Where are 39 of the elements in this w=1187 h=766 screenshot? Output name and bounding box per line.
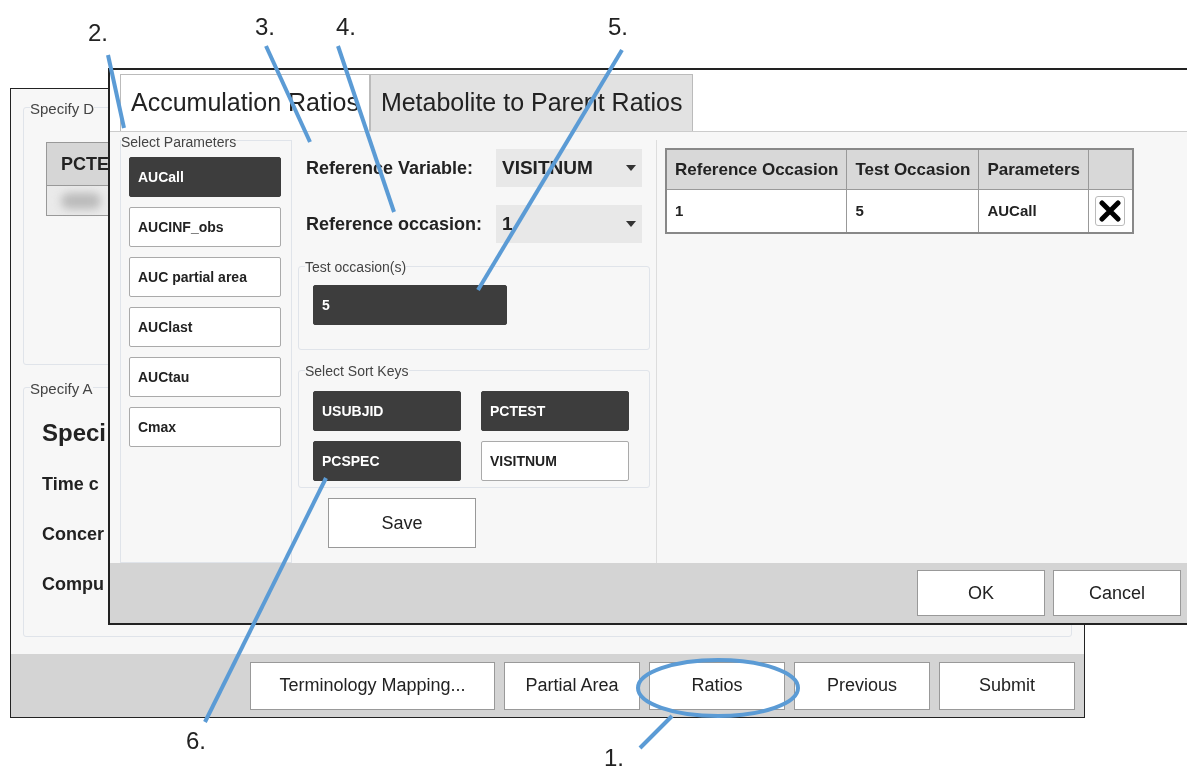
- field-label: Concer: [42, 523, 104, 546]
- column-header: Parameters: [978, 149, 1089, 189]
- parameter-button[interactable]: AUC partial area: [129, 257, 281, 297]
- dropdown[interactable]: 1: [496, 205, 642, 243]
- footer-button[interactable]: Ratios: [649, 661, 785, 710]
- sort-key-button[interactable]: PCSPEC: [313, 441, 461, 481]
- footer-button[interactable]: Submit: [939, 661, 1075, 710]
- parameter-button[interactable]: AUCINF_obs: [129, 207, 281, 247]
- delete-button[interactable]: [1095, 195, 1126, 226]
- column-header: Reference Occasion: [666, 149, 847, 189]
- caret-icon: [626, 221, 636, 227]
- callout-number: 6.: [186, 728, 206, 754]
- section-heading: Speci: [42, 418, 107, 448]
- callout-number: 1.: [604, 745, 624, 766]
- field-label: Reference occasion:: [306, 212, 484, 236]
- parameter-button[interactable]: AUCall: [129, 157, 281, 197]
- sort-key-button[interactable]: VISITNUM: [481, 441, 629, 481]
- save-button[interactable]: Save: [328, 498, 476, 548]
- close-icon: [1099, 199, 1122, 222]
- sort-key-button[interactable]: USUBJID: [313, 391, 461, 431]
- dialog-button[interactable]: OK: [917, 570, 1045, 616]
- caret-icon: [626, 165, 636, 171]
- footer-button[interactable]: Terminology Mapping...: [250, 661, 495, 710]
- footer-button[interactable]: Partial Area: [504, 661, 640, 710]
- column-header: Test Occasion: [846, 149, 979, 189]
- callout-number: 4.: [336, 14, 356, 40]
- footer-button[interactable]: Previous: [794, 661, 930, 710]
- callout-number: 3.: [255, 14, 275, 40]
- field-label: Time c: [42, 473, 99, 496]
- parameter-button[interactable]: AUClast: [129, 307, 281, 347]
- dialog-button[interactable]: Cancel: [1053, 570, 1181, 616]
- callout-number: 5.: [608, 14, 628, 40]
- parameter-button[interactable]: AUCtau: [129, 357, 281, 397]
- sort-key-button[interactable]: PCTEST: [481, 391, 629, 431]
- field-label: Compu: [42, 573, 104, 596]
- test-occasion-button[interactable]: 5: [313, 285, 507, 325]
- parameter-button[interactable]: Cmax: [129, 407, 281, 447]
- leader-line: [638, 714, 674, 750]
- callout-number: 2.: [88, 20, 108, 46]
